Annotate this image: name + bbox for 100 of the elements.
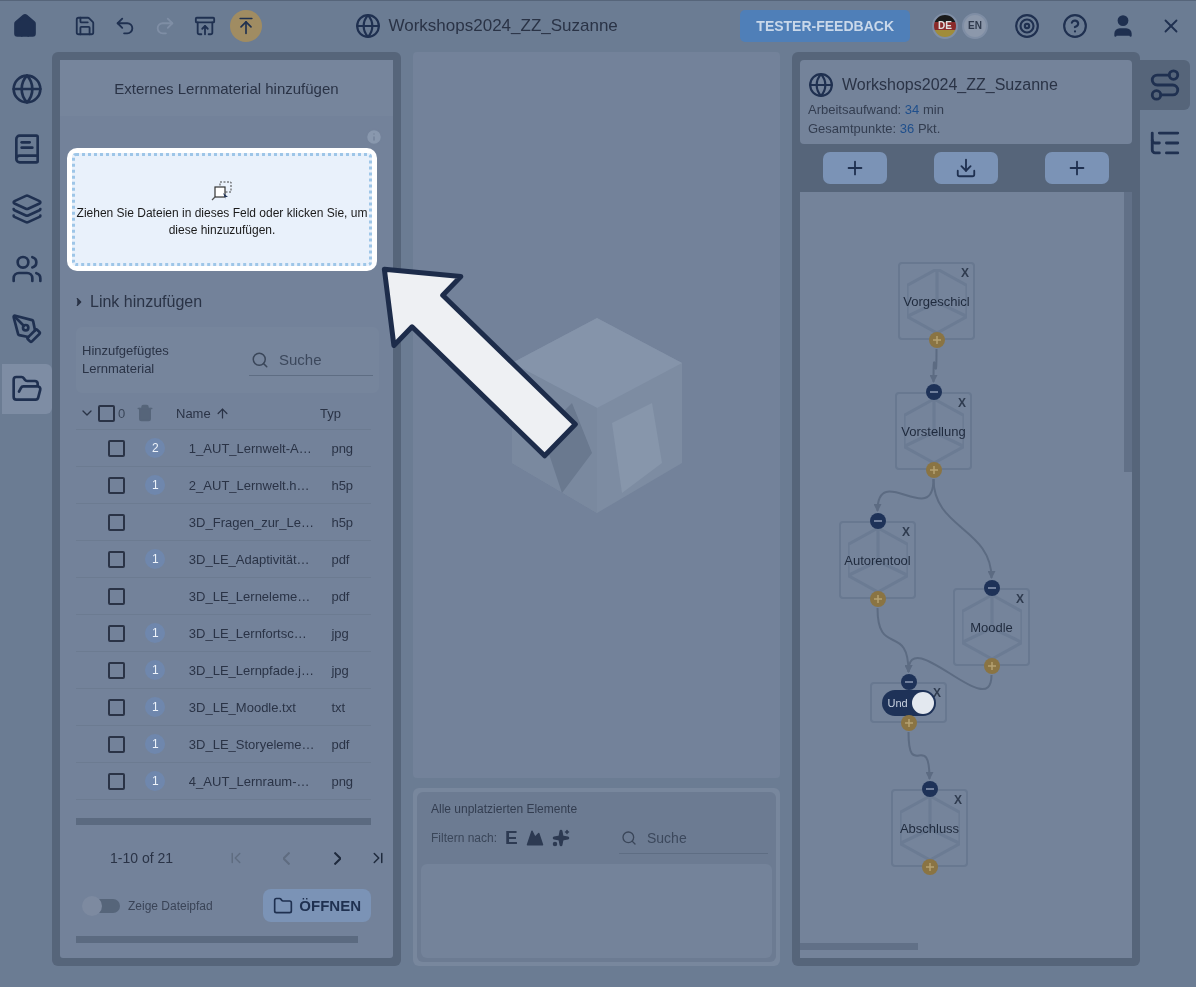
- scrollbar[interactable]: [800, 943, 918, 950]
- sparkles-filter-button[interactable]: [551, 829, 570, 847]
- space-node[interactable]: X Autorentool: [839, 521, 916, 599]
- row-checkbox[interactable]: [107, 439, 125, 457]
- scrollbar[interactable]: [1124, 192, 1132, 472]
- input-port[interactable]: [983, 580, 1000, 596]
- row-checkbox[interactable]: [107, 661, 125, 679]
- dropzone[interactable]: Ziehen Sie Dateien in dieses Feld oder klicken Sie, um diese hinzuzufügen.: [72, 153, 372, 266]
- input-port[interactable]: [869, 513, 886, 529]
- scrollbar[interactable]: [76, 936, 358, 943]
- usage-count: 1: [145, 771, 166, 791]
- plus-icon: [928, 465, 939, 475]
- filter-label: Filtern nach:: [431, 831, 498, 845]
- scrollbar[interactable]: [76, 818, 371, 825]
- hexagon-icon: [900, 796, 960, 860]
- node-label: Vorgeschicl: [903, 293, 970, 309]
- file-type: png: [331, 773, 355, 789]
- input-port[interactable]: [921, 781, 938, 797]
- file-type: png: [331, 440, 355, 456]
- select-all-checkbox[interactable]: [98, 404, 115, 422]
- file-name: 3D_LE_Adaptivität…: [188, 551, 311, 567]
- filter-button[interactable]: E: [505, 827, 518, 849]
- path-switch[interactable]: [84, 898, 120, 913]
- search-field[interactable]: Suche: [249, 344, 373, 376]
- input-port[interactable]: [925, 384, 942, 400]
- add-space-button[interactable]: [823, 152, 888, 184]
- layers-icon: [11, 193, 43, 225]
- language-button[interactable]: EN: [962, 12, 988, 39]
- search-input[interactable]: Suche: [277, 350, 357, 369]
- folder-icon: [273, 895, 294, 916]
- row-checkbox[interactable]: [107, 587, 125, 605]
- file-name: 3D_LE_Moodle.txt: [188, 699, 297, 715]
- file-name: 3D_LE_Storyeleme…: [188, 736, 316, 752]
- file-name: 4_AUT_Lernraum-…: [188, 773, 311, 789]
- row-checkbox[interactable]: [107, 513, 125, 531]
- search-icon: [621, 829, 637, 846]
- delete-node-button[interactable]: X: [954, 793, 962, 807]
- language-button[interactable]: DE: [932, 12, 958, 39]
- switch-label: Zeige Dateipfad: [128, 898, 213, 913]
- open-button[interactable]: ÖFFNEN: [263, 889, 371, 922]
- route-icon: [1148, 68, 1182, 102]
- plus-icon: [872, 594, 883, 604]
- delete-node-button[interactable]: X: [1016, 592, 1024, 606]
- download-icon: [955, 157, 977, 179]
- space-node[interactable]: X Vorstellung: [895, 392, 972, 470]
- list-title: Hinzufgefügtes Lernmaterial: [82, 342, 170, 378]
- usage-count: 1: [145, 697, 166, 717]
- feedback-button[interactable]: TESTER-FEEDBACK: [740, 9, 910, 42]
- connector-line: [929, 348, 938, 383]
- row-checkbox[interactable]: [107, 772, 125, 790]
- search-icon: [251, 350, 269, 369]
- drag-icon: [211, 181, 233, 202]
- file-name: 3D_LE_Lernfortsc…: [188, 625, 308, 641]
- file-type: pdf: [331, 551, 351, 567]
- file-name: 2_AUT_Lernwelt.h…: [188, 477, 311, 493]
- delete-node-button[interactable]: X: [933, 686, 941, 700]
- column-header[interactable]: Typ: [320, 405, 360, 421]
- space-node[interactable]: X Abschluss: [891, 789, 968, 867]
- file-name: 3D_LE_Lernpfade.j…: [188, 662, 315, 678]
- minus-icon: [924, 788, 935, 790]
- sparkles-icon: [551, 829, 570, 847]
- sidebar-item[interactable]: [2, 364, 52, 414]
- mountain-icon: [525, 829, 544, 847]
- plus-icon: [924, 862, 935, 872]
- row-checkbox[interactable]: [107, 735, 125, 753]
- condition-node[interactable]: X Und: [870, 682, 947, 723]
- save-icon: [74, 14, 96, 37]
- space-node[interactable]: X Vorgeschicl: [898, 262, 975, 340]
- delete-node-button[interactable]: X: [902, 525, 910, 539]
- page-range: 1-10 of 21: [110, 850, 175, 866]
- row-checkbox[interactable]: [107, 624, 125, 642]
- upload-button[interactable]: [230, 9, 262, 42]
- node-label: Vorstellung: [901, 423, 966, 439]
- home-icon: [12, 12, 38, 39]
- add-condition-button[interactable]: [1044, 152, 1109, 184]
- row-checkbox[interactable]: [107, 698, 125, 716]
- usage-count: 1: [145, 475, 166, 495]
- view-tab[interactable]: [1140, 60, 1190, 110]
- points-text: Gesamtpunkte: 36 Pkt.: [808, 121, 942, 136]
- file-name: 1_AUT_Lernwelt-A…: [188, 440, 313, 456]
- space-node[interactable]: X Moodle: [953, 588, 1030, 666]
- file-type: pdf: [331, 736, 351, 752]
- file-type: h5p: [331, 514, 355, 530]
- delete-node-button[interactable]: X: [961, 266, 969, 280]
- column-header[interactable]: Name: [176, 405, 320, 421]
- input-port[interactable]: [900, 674, 917, 690]
- users-icon: [11, 253, 43, 285]
- import-button[interactable]: [934, 152, 998, 184]
- unplaced-title: Alle unplatzierten Elemente: [431, 802, 579, 816]
- minus-icon: [928, 391, 939, 393]
- row-checkbox[interactable]: [107, 550, 125, 568]
- file-type: h5p: [331, 477, 355, 493]
- archive-icon: [194, 14, 216, 37]
- landscape-filter-button[interactable]: [525, 829, 544, 847]
- row-checkbox[interactable]: [107, 476, 125, 494]
- minus-icon: [903, 681, 914, 683]
- delete-node-button[interactable]: X: [958, 396, 966, 410]
- chevron-right-icon: [334, 851, 342, 865]
- link-section-toggle[interactable]: Link hinzufügen: [72, 293, 203, 311]
- usage-count: 1: [145, 623, 166, 643]
